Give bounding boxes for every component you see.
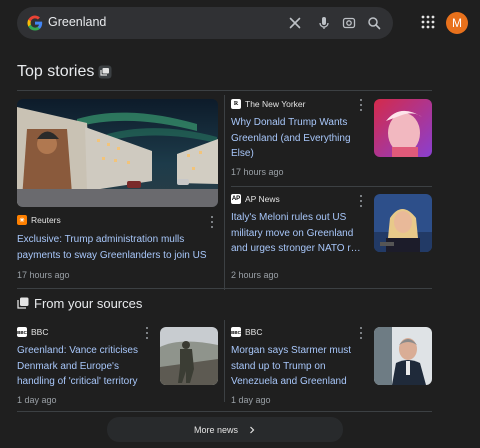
column-divider [224,320,225,402]
column-divider [224,95,225,290]
story-headline[interactable]: Why Donald Trump Wants Greenland (and Ev… [231,115,366,162]
reuters-logo-icon: ✳ [17,215,27,225]
story-image-meloni [374,194,432,252]
google-logo-icon [27,15,43,31]
top-stories-heading: Top stories [17,63,95,80]
story-source: R The New Yorker [231,99,305,109]
story-headline[interactable]: Greenland: Vance criticises Denmark and … [17,343,155,390]
story-source: BBC BBC [17,327,48,337]
story-time: 1 day ago [231,395,271,405]
search-icon[interactable] [366,15,382,31]
story-image-soldier [160,327,218,385]
source-name: BBC [245,327,263,337]
sources-icon [17,297,29,309]
ap-logo-icon: AP [231,194,241,204]
stories-stack-icon [98,65,112,79]
story-source: ✳ Reuters [17,215,61,225]
new-yorker-logo-icon: R [231,99,241,109]
story-time: 2 hours ago [231,270,279,280]
story-image-trump [374,99,432,157]
source-name: BBC [31,327,49,337]
story-source: AP AP News [231,194,280,204]
search-input[interactable]: Greenland [48,15,106,29]
lens-icon[interactable] [341,15,357,31]
story-time: 1 day ago [17,395,57,405]
source-name: The New Yorker [245,99,306,109]
divider [17,288,432,289]
story-time: 17 hours ago [17,270,70,280]
clear-icon[interactable] [287,15,303,31]
source-name: Reuters [31,215,61,225]
from-your-sources-heading: From your sources [34,296,143,311]
story-headline[interactable]: Morgan says Starmer must stand up to Tru… [231,343,367,390]
search-bar[interactable]: Greenland [17,7,393,39]
avatar-letter: M [452,16,462,30]
more-options-icon[interactable] [210,216,214,228]
account-avatar[interactable]: M [446,12,468,34]
divider [17,411,432,412]
source-name: AP News [245,194,280,204]
more-options-icon[interactable] [359,195,363,207]
story-source: BBC BBC [231,327,262,337]
divider [231,186,432,187]
story-time: 17 hours ago [231,167,284,177]
apps-grid-icon[interactable] [420,14,436,30]
more-options-icon[interactable] [359,99,363,111]
more-news-label: More news [193,424,238,435]
microphone-icon[interactable] [316,15,332,31]
more-news-button[interactable]: More news [107,417,343,442]
bbc-logo-icon: BBC [231,327,241,337]
more-options-icon[interactable] [145,327,149,339]
divider [17,90,432,91]
bbc-logo-icon: BBC [17,327,27,337]
story-headline[interactable]: Italy's Meloni rules out US military mov… [231,210,367,257]
story-headline[interactable]: Exclusive: Trump administration mulls pa… [17,232,222,263]
more-options-icon[interactable] [359,327,363,339]
story-image-greenland-town [17,99,218,207]
chevron-right-icon [250,426,255,433]
story-image-starmer [374,327,432,385]
